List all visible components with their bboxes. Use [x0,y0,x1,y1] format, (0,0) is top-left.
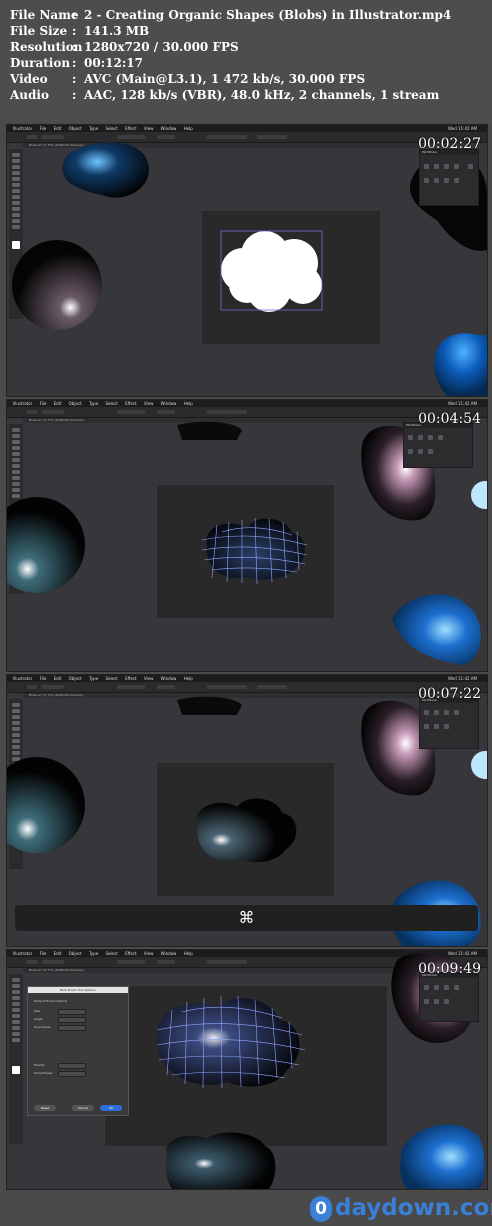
blob-shape [62,142,149,198]
timestamp: 00:04:54 [418,411,481,427]
info-key: Video [10,72,48,86]
cancel-button[interactable]: Cancel [72,1105,94,1111]
blob-shape [7,757,85,853]
info-key: Duration [10,56,71,70]
blob-shape [471,751,487,779]
info-separator: : [72,56,77,70]
blob-shape [400,1124,485,1189]
info-value: 2 - Creating Organic Shapes (Blobs) in I… [84,8,452,22]
info-key: Resolution [10,40,83,54]
info-separator: : [72,40,77,54]
size-input[interactable] [58,1009,86,1015]
video-frame-2: Illustrator File Edit Object Type Select… [6,399,488,672]
watermark-logo: 0daydown.com [310,1191,492,1225]
command-key-icon: ⌘ [238,908,255,927]
blob-shape [392,594,481,665]
video-frame-4: Illustrator File Edit Object Type Select… [6,949,488,1190]
info-key: File Name [10,8,79,22]
video-frame-3: Illustrator File Edit Object Type Select… [6,674,488,947]
pathfinder-panel: Pathfinder [419,972,479,1022]
ok-button[interactable]: OK [100,1105,122,1111]
info-value: AVC (Main@L3.1), 1 472 kb/s, 30.000 FPS [84,72,366,86]
info-separator: : [72,72,77,86]
blob-shape [434,333,487,396]
field-label: Smoothness [34,1071,53,1075]
blob-shape [177,421,242,440]
info-key: File Size [10,24,68,38]
media-info-header: File Name : 2 - Creating Organic Shapes … [0,0,492,122]
field-label: Roundness [34,1025,51,1029]
blob-shape [12,240,102,330]
video-frame-1: Illustrator File Edit Object Type Select… [6,124,488,397]
field-label: Fidelity [34,1063,45,1067]
pathfinder-panel: Pathfinder [403,422,473,468]
info-separator: : [72,8,77,22]
blob-shape [471,481,487,509]
reset-button[interactable]: Reset [34,1105,56,1111]
timestamp: 00:09:49 [418,961,481,977]
smoothness-input[interactable] [58,1071,86,1077]
timestamp: 00:02:27 [418,136,481,152]
dialog-section-label: Default Brush Options [34,999,68,1003]
pathfinder-panel: Pathfinder [419,697,479,749]
info-separator: : [72,88,77,102]
watermark-glyph-icon: 0 [310,1195,332,1222]
info-value: AAC, 128 kb/s (VBR), 48.0 kHz, 2 channel… [84,88,440,102]
fidelity-input[interactable] [58,1063,86,1069]
info-key: Audio [10,88,49,102]
info-separator: : [72,24,77,38]
keystroke-overlay: ⌘ [15,905,478,931]
blob-shape [7,497,85,593]
info-value: 141.3 MB [84,24,150,38]
blob-brush-options-dialog: Blob Brush Tool Options Default Brush Op… [27,986,129,1116]
roundness-input[interactable] [58,1025,86,1031]
field-label: Size [34,1009,41,1013]
blob-shape [177,696,242,715]
angle-input[interactable] [58,1017,86,1023]
field-label: Angle [34,1017,43,1021]
info-value: 1280x720 / 30.000 FPS [84,40,239,54]
blob-shape [165,1132,276,1189]
pathfinder-panel: Pathfinder [419,149,479,206]
timestamp: 00:07:22 [418,686,481,702]
dialog-title: Blob Brush Tool Options [28,987,128,993]
watermark-text: daydown.com [335,1195,492,1221]
info-value: 00:12:17 [84,56,143,70]
canvas[interactable] [7,125,487,396]
